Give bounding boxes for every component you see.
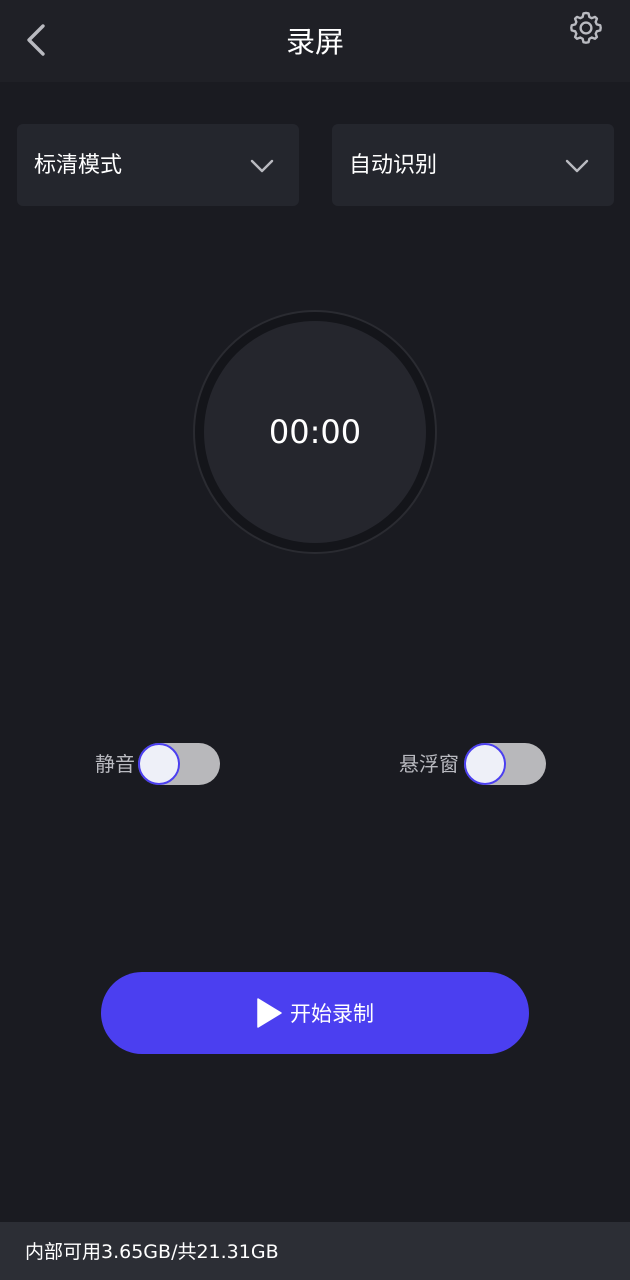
start-recording-label: 开始录制 <box>290 1002 374 1026</box>
settings-button[interactable] <box>564 6 608 50</box>
play-icon <box>257 998 282 1028</box>
mute-label: 静音 <box>95 752 135 776</box>
start-recording-button[interactable]: 开始录制 <box>101 972 529 1054</box>
quality-dropdown[interactable]: 标清模式 <box>17 124 299 206</box>
storage-info: 内部可用3.65GB/共21.31GB <box>25 1241 279 1263</box>
orientation-dropdown[interactable]: 自动识别 <box>332 124 614 206</box>
chevron-down-icon <box>250 159 274 173</box>
mute-toggle[interactable] <box>138 743 220 785</box>
gear-icon <box>570 11 602 44</box>
screen-recorder-app: 录屏 标清模式 自动识别 00:00 静音 悬浮窗 开始录制 内部可用3.65G… <box>0 0 630 1280</box>
floating-window-label: 悬浮窗 <box>399 752 459 776</box>
orientation-dropdown-value: 自动识别 <box>349 153 438 178</box>
timer-display: 00:00 <box>268 413 362 451</box>
storage-footer: 内部可用3.65GB/共21.31GB <box>0 1222 630 1280</box>
chevron-left-icon <box>27 24 45 56</box>
header: 录屏 <box>0 0 630 82</box>
back-button[interactable] <box>14 18 58 62</box>
floating-window-toggle[interactable] <box>464 743 546 785</box>
chevron-down-icon <box>565 159 589 173</box>
toggle-knob <box>464 743 506 785</box>
page-title: 录屏 <box>285 25 344 59</box>
toggle-knob <box>138 743 180 785</box>
quality-dropdown-value: 标清模式 <box>34 153 123 178</box>
